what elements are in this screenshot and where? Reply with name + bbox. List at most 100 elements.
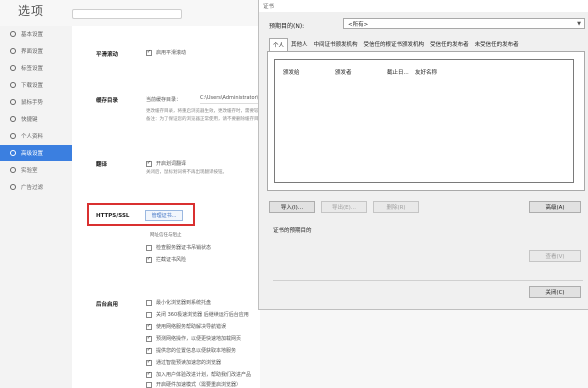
sidebar-item-gesture[interactable]: 鼠标手势 [0,94,72,110]
sidebar-item-label: 下载设置 [21,83,44,89]
option-label: 启用平滑滚动 [156,50,187,56]
tab-panel: 颁发给 颁发者 截止日... 友好名称 [267,51,585,191]
sidebar-item-label: 基本设置 [21,32,44,38]
close-button[interactable]: 关闭(C) [529,286,581,298]
settings-sidebar: 基本设置 界面设置 标签设置 下载设置 鼠标手势 快捷键 个人资料 高级设置 实… [0,26,72,388]
option-label: 开启硬件加速模式（需要重启浏览器） [156,382,242,388]
sidebar-item-download[interactable]: 下载设置 [0,77,72,93]
tab-trusted-publishers[interactable]: 受信任的发布者 [427,38,472,51]
dialog-title: 证书 [263,4,275,10]
translate-desc: 关闭后，鼠标划词将不再出现翻译按钮。 [146,170,227,175]
https-note: 网址信任与阻止 [150,233,182,238]
lab-icon [10,167,16,173]
checkbox[interactable]: ✓ [146,359,152,366]
option-label: 检查服务器证书吊销状态 [156,245,212,251]
import-button[interactable]: 导入(I)... [269,201,315,213]
keyboard-icon [10,116,16,122]
tab-personal[interactable]: 个人 [269,38,289,51]
checkbox[interactable]: ✓ [146,160,152,167]
checkbox[interactable]: ✓ [146,347,152,354]
checkbox[interactable]: ✓ [146,49,152,56]
column-header-friendly-name[interactable]: 友好名称 [415,68,437,76]
sidebar-item-adblock[interactable]: 广告过滤 [0,179,72,195]
tab-intermediate-ca[interactable]: 中间证书颁发机构 [311,38,361,51]
cache-path-label: 当前缓存目录： [146,97,182,103]
option-label: 关闭 360极速浏览器 后继续运行后台应用 [156,312,249,318]
checkbox[interactable]: ✓ [146,335,152,342]
checkbox[interactable]: ✓ [146,371,152,378]
checkbox[interactable] [146,244,152,251]
manage-certificates-button[interactable]: 管理证书... [145,210,183,221]
sidebar-item-interface[interactable]: 界面设置 [0,43,72,59]
purpose-select-value: <所有> [348,21,369,28]
sidebar-item-basic[interactable]: 基本设置 [0,26,72,42]
interface-icon [10,48,16,54]
background-option[interactable]: 最小化浏览器到系统托盘 [146,299,211,306]
https-option-revocation[interactable]: 检查服务器证书吊销状态 [146,244,211,251]
column-header-issued-by[interactable]: 颁发者 [335,68,352,76]
sidebar-item-shortcut[interactable]: 快捷键 [0,111,72,127]
background-option[interactable]: ✓ 使用网络服务帮助解决导航错误 [146,323,226,330]
checkbox[interactable] [146,299,152,306]
certificate-tabs: 个人 其他人 中间证书颁发机构 受信任的根证书颁发机构 受信任的发布者 未受信任… [269,38,522,51]
cache-path-row: 当前缓存目录： [146,96,181,103]
settings-title: 选项 [18,4,45,18]
sidebar-item-label: 鼠标手势 [21,100,44,106]
checkbox[interactable]: ✓ [146,323,152,330]
purpose-select[interactable]: <所有> ▼ [343,18,585,29]
option-label: 使用网络服务帮助解决导航错误 [156,324,227,330]
smooth-scroll-option[interactable]: ✓ 启用平滑滚动 [146,49,186,56]
background-option[interactable]: ✓ 预测网络操作，以便更快速地加载网页 [146,335,241,342]
option-label: 最小化浏览器到系统托盘 [156,300,212,306]
tab-icon [10,65,16,71]
sidebar-item-profile[interactable]: 个人资料 [0,128,72,144]
certificate-list[interactable]: 颁发给 颁发者 截止日... 友好名称 [274,59,574,183]
background-option[interactable]: ✓ 通过智能预读加速您的浏览器 [146,359,221,366]
section-label-https: HTTPS/SSL [96,213,130,219]
cache-desc-1: 更改缓存目录，将重启浏览器生效，更改缓存时，需要较长时间。 [146,109,277,114]
advanced-button[interactable]: 高级(A) [529,201,581,213]
sidebar-item-advanced[interactable]: 高级设置 [0,145,72,161]
certificate-dialog: 证书 预期目的(N): <所有> ▼ 个人 其他人 中间证书颁发机构 受信任的根… [258,0,588,310]
user-icon [10,133,16,139]
sidebar-item-label: 界面设置 [21,49,44,55]
remove-button[interactable]: 删除(R) [373,201,419,213]
sidebar-item-label: 标签设置 [21,66,44,72]
section-label-smooth-scroll: 平滑滚动 [96,52,119,58]
checkbox[interactable] [146,381,152,388]
sidebar-item-tabs[interactable]: 标签设置 [0,60,72,76]
settings-icon [10,31,16,37]
purpose-label: 预期目的(N): [269,23,305,30]
sidebar-item-label: 广告过滤 [21,185,44,191]
tab-other-people[interactable]: 其他人 [288,38,311,51]
sidebar-item-label: 个人资料 [21,134,44,140]
https-option-block-risk[interactable]: ✓ 拦截证书风险 [146,256,186,263]
view-button[interactable]: 查看(V) [529,250,581,262]
checkbox[interactable] [146,311,152,318]
translate-option[interactable]: ✓ 开启划词翻译 [146,160,186,167]
mouse-icon [10,99,16,105]
background-option[interactable]: 关闭 360极速浏览器 后继续运行后台应用 [146,311,249,318]
checkbox[interactable]: ✓ [146,256,152,263]
background-option[interactable]: 开启硬件加速模式（需要重启浏览器） [146,381,241,388]
column-header-expiration[interactable]: 截止日... [387,68,409,76]
tab-untrusted-publishers[interactable]: 未受信任的发布者 [472,38,522,51]
download-icon [10,82,16,88]
option-label: 通过智能预读加速您的浏览器 [156,360,222,366]
dialog-titlebar: 证书 [259,0,588,12]
settings-search-input[interactable] [72,9,182,19]
column-header-issued-to[interactable]: 颁发给 [283,68,300,76]
chevron-down-icon: ▼ [577,21,581,27]
sidebar-item-label: 实验室 [21,168,38,174]
background-option[interactable]: ✓ 提供您的位置信息以便获取本地服务 [146,347,236,354]
option-label: 提供您的位置信息以便获取本地服务 [156,348,237,354]
certificate-purpose-text: 证书的预期目的 [273,228,312,234]
export-button[interactable]: 导出(E)... [321,201,367,213]
background-option[interactable]: ✓ 加入用户体验改进计划，帮助我们改进产品 [146,371,251,378]
tab-trusted-root-ca[interactable]: 受信任的根证书颁发机构 [361,38,428,51]
block-icon [10,184,16,190]
option-label: 加入用户体验改进计划，帮助我们改进产品 [156,372,252,378]
sidebar-item-lab[interactable]: 实验室 [0,162,72,178]
cache-path-value[interactable]: C:\Users\Administrator\AppData\... [200,95,258,104]
section-label-background: 后台启用 [96,302,119,308]
